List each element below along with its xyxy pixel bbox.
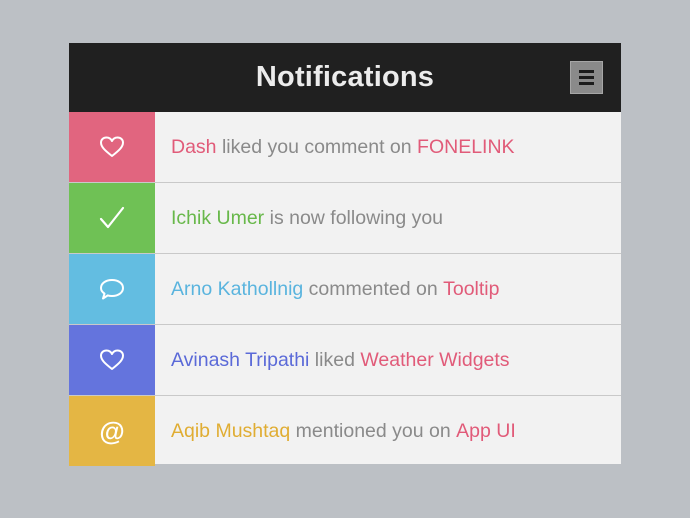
- notification-row-like-dash[interactable]: Dash liked you comment on FONELINK: [69, 112, 621, 182]
- notification-text: Arno Kathollnig commented on Tooltip: [155, 254, 621, 324]
- notification-action: liked: [309, 348, 361, 371]
- notification-action: commented on: [303, 277, 444, 300]
- header-bar: Notifications: [69, 43, 621, 112]
- notification-row-comment-arno[interactable]: Arno Kathollnig commented on Tooltip: [69, 253, 621, 324]
- user-name[interactable]: Dash: [171, 136, 217, 159]
- notification-target[interactable]: Tooltip: [443, 278, 499, 301]
- notification-text: Ichik Umer is now following you: [155, 183, 621, 253]
- speech-bubble-icon: [69, 254, 155, 324]
- notification-text: Aqib Mushtaq mentioned you on App UI: [155, 396, 621, 466]
- heart-icon: [69, 325, 155, 395]
- heart-icon: [69, 112, 155, 182]
- notification-target[interactable]: Weather Widgets: [360, 349, 509, 372]
- notification-target[interactable]: App UI: [456, 420, 516, 443]
- notifications-panel: Notifications Dash liked you comment on …: [69, 43, 621, 466]
- notification-action: is now following you: [264, 206, 444, 229]
- user-name[interactable]: Arno Kathollnig: [171, 278, 303, 301]
- notification-list: Dash liked you comment on FONELINK Ichik…: [69, 112, 621, 466]
- page-title: Notifications: [255, 61, 435, 93]
- notification-row-like-avinash[interactable]: Avinash Tripathi liked Weather Widgets: [69, 324, 621, 395]
- user-name[interactable]: Ichik Umer: [171, 207, 264, 230]
- user-name[interactable]: Aqib Mushtaq: [171, 420, 290, 443]
- check-icon: [69, 183, 155, 253]
- notification-text: Dash liked you comment on FONELINK: [155, 112, 621, 182]
- notification-row-mention-aqib[interactable]: @ Aqib Mushtaq mentioned you on App UI: [69, 395, 621, 466]
- user-name[interactable]: Avinash Tripathi: [171, 349, 309, 372]
- at-sign-glyph: @: [99, 416, 125, 446]
- notification-target[interactable]: FONELINK: [417, 136, 515, 159]
- hamburger-menu-icon[interactable]: [570, 61, 603, 94]
- notification-action: mentioned you on: [290, 419, 457, 442]
- at-sign-icon: @: [69, 396, 155, 466]
- notification-action: liked you comment on: [216, 135, 418, 158]
- notification-text: Avinash Tripathi liked Weather Widgets: [155, 325, 621, 395]
- notification-row-follow-ichik[interactable]: Ichik Umer is now following you: [69, 182, 621, 253]
